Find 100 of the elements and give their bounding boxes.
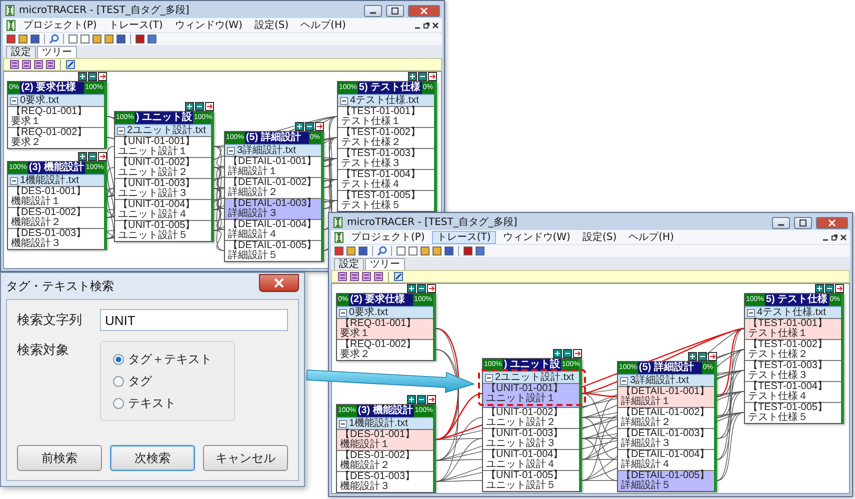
trace-row[interactable]: 【DETAIL-01-003】 詳細設計３ [618,428,714,449]
minus-box-icon[interactable] [117,126,125,134]
close-button[interactable] [816,216,848,228]
minus-box-icon[interactable] [339,420,347,428]
page-icon[interactable] [396,246,406,256]
layout-icon[interactable] [362,272,371,281]
trace-row[interactable]: 【UNIT-01-001】 ユニット設計１ [483,383,579,407]
menu-item[interactable]: トレース(T) [432,230,496,244]
trace-row[interactable]: 【TEST-01-003】 テスト仕様３ [338,148,434,169]
grid-icon[interactable] [553,349,562,358]
minus-box-icon[interactable] [485,374,493,382]
minus-box-icon[interactable] [10,96,18,104]
collapse-icon[interactable] [418,72,427,81]
trace-row[interactable]: 【TEST-01-001】 テスト仕様１ [745,318,841,339]
layout-icon[interactable] [374,272,383,281]
minus-box-icon[interactable] [339,308,347,316]
layout-icon[interactable] [350,272,359,281]
grid-icon[interactable] [185,102,194,111]
layout-icon[interactable] [46,60,55,69]
minus-box-icon[interactable] [227,146,235,154]
radio-option[interactable]: タグ [113,372,222,390]
document-icon[interactable] [334,246,344,256]
trace-row[interactable]: 【DES-01-001】 機能設計１ [8,186,104,207]
trace-row[interactable]: 【UNIT-01-004】 ユニット設計４ [483,449,579,470]
jump-icon[interactable] [427,395,436,404]
trace-row[interactable]: 【DETAIL-01-001】 詳細設計１ [225,156,321,177]
menu-item[interactable]: ヘルプ(H) [296,18,351,32]
jump-icon[interactable] [205,102,214,111]
collapse-icon[interactable] [305,122,314,131]
tab[interactable]: 設定 [6,46,36,58]
dialog-button[interactable]: 次検索 [110,445,195,471]
trace-row[interactable]: 【UNIT-01-005】 ユニット設計５ [483,470,579,491]
menu-item[interactable]: プロジェクト(P) [346,230,430,244]
close-icon[interactable] [840,234,847,240]
pages-icon[interactable] [408,246,418,256]
collapse-icon[interactable] [563,349,572,358]
jump-icon[interactable] [98,152,107,161]
layout-icon[interactable] [10,60,19,69]
trace-row[interactable]: 【REQ-01-001】 要求１ [8,106,104,127]
edit-icon[interactable] [394,272,403,281]
radio-option[interactable]: タグ＋テキスト [113,350,222,368]
collapse-icon[interactable] [88,72,97,81]
menu-item[interactable]: トレース(T) [104,18,168,32]
tab[interactable]: 設定 [334,258,364,270]
pdf-icon[interactable] [135,34,145,44]
trace-row[interactable]: 【DES-01-003】 機能設計３ [337,471,433,492]
layout-icon[interactable] [34,60,43,69]
trace-row[interactable]: 【DES-01-003】 機能設計３ [8,228,104,249]
minus-box-icon[interactable] [747,308,755,316]
grid-icon[interactable] [407,395,416,404]
tab[interactable]: ツリー [365,258,405,270]
minus-box-icon[interactable] [620,376,628,384]
maximize-button[interactable] [794,216,812,228]
dialog-button[interactable]: 前検索 [17,445,102,471]
trace-row[interactable]: 【UNIT-01-005】 ユニット設計５ [115,220,211,241]
collapse-icon[interactable] [88,152,97,161]
jump-icon[interactable] [315,122,324,131]
trace-row[interactable]: 【TEST-01-004】 テスト仕様４ [338,169,434,190]
layout-icon[interactable] [22,60,31,69]
trace-row[interactable]: 【UNIT-01-003】 ユニット設計３ [483,428,579,449]
grid-icon[interactable] [78,152,87,161]
collapse-icon[interactable] [195,102,204,111]
menu-item[interactable]: ウィンドウ(W) [498,230,576,244]
grid-icon[interactable] [688,352,697,361]
grid-icon[interactable] [815,284,824,293]
tab[interactable]: ツリー [37,46,77,58]
folder-icon[interactable] [346,246,356,256]
menu-item[interactable]: ウィンドウ(W) [170,18,248,32]
jump-icon[interactable] [708,352,717,361]
collapse-icon[interactable] [417,395,426,404]
minus-box-icon[interactable] [10,176,18,184]
trace-row[interactable]: 【DETAIL-01-004】 詳細設計４ [225,219,321,240]
grid-icon[interactable] [78,72,87,81]
minus-box-icon[interactable] [340,96,348,104]
dialog-button[interactable]: キャンセル [203,445,288,471]
grid-icon[interactable] [408,72,417,81]
grid-icon[interactable] [407,284,416,293]
trace-row[interactable]: 【DETAIL-01-005】 詳細設計５ [618,470,714,491]
pdf-icon[interactable] [463,246,473,256]
trace-row[interactable]: 【DES-01-002】 機能設計２ [337,450,433,471]
menu-item[interactable]: 設定(S) [577,230,622,244]
page-icon[interactable] [68,34,78,44]
pages-icon[interactable] [80,34,90,44]
close-button[interactable] [259,274,299,292]
trace-row[interactable]: 【DETAIL-01-004】 詳細設計４ [618,449,714,470]
trace-row[interactable]: 【DETAIL-01-002】 詳細設計２ [618,407,714,428]
trace-row[interactable]: 【DES-01-001】 機能設計１ [337,429,433,450]
trace-row[interactable]: 【UNIT-01-002】 ユニット設計２ [115,157,211,178]
menu-item[interactable]: プロジェクト(P) [18,18,102,32]
window-icon[interactable] [147,34,157,44]
trace-row[interactable]: 【REQ-01-001】 要求１ [337,318,433,339]
trace-row[interactable]: 【TEST-01-002】 テスト仕様２ [338,127,434,148]
jump-icon[interactable] [573,349,582,358]
restore-icon[interactable] [831,234,838,240]
trace-row[interactable]: 【UNIT-01-003】 ユニット設計３ [115,178,211,199]
collapse-icon[interactable] [698,352,707,361]
trace-row[interactable]: 【DETAIL-01-001】 詳細設計１ [618,386,714,407]
trace-row[interactable]: 【DES-01-002】 機能設計２ [8,207,104,228]
radio-option[interactable]: テキスト [113,394,222,412]
jump-icon[interactable] [428,72,437,81]
